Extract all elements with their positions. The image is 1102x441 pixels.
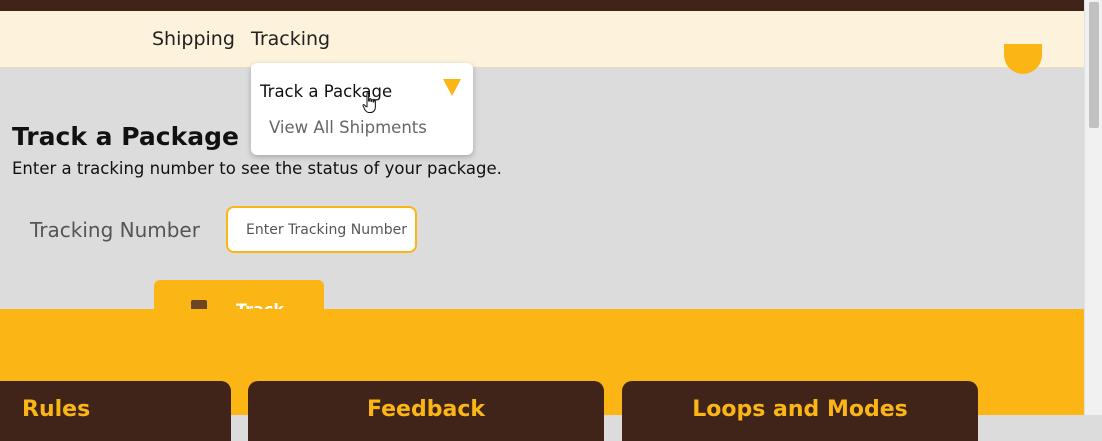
- track-button-label: Track: [236, 300, 284, 309]
- card-feedback[interactable]: Feedback: [248, 381, 604, 441]
- page-subtitle: Enter a tracking number to see the statu…: [12, 159, 502, 178]
- page-title: Track a Package: [12, 122, 239, 151]
- top-bar: [0, 0, 1084, 11]
- dropdown-item-view-all-shipments[interactable]: View All Shipments: [269, 118, 427, 138]
- triangle-down-icon: [443, 79, 461, 96]
- nav-item-tracking[interactable]: Tracking: [251, 28, 330, 50]
- scrollbar-thumb[interactable]: [1089, 2, 1099, 128]
- nav-item-shipping[interactable]: Shipping: [152, 28, 235, 50]
- tracking-number-input[interactable]: [226, 206, 417, 253]
- vertical-scrollbar[interactable]: [1084, 0, 1102, 415]
- card-loops-and-modes[interactable]: Loops and Modes: [622, 381, 978, 441]
- card-rules[interactable]: Rules: [0, 381, 231, 441]
- card-title-loops-and-modes: Loops and Modes: [692, 397, 908, 422]
- package-icon: [191, 300, 207, 309]
- card-title-rules: Rules: [22, 397, 91, 422]
- track-button[interactable]: Track: [154, 280, 324, 309]
- main-content: [0, 68, 1084, 309]
- hand-pointer-icon: [362, 92, 376, 113]
- navbar: Shipping Tracking: [0, 11, 1084, 68]
- card-title-feedback: Feedback: [367, 397, 485, 422]
- tracking-number-label: Tracking Number: [30, 218, 200, 242]
